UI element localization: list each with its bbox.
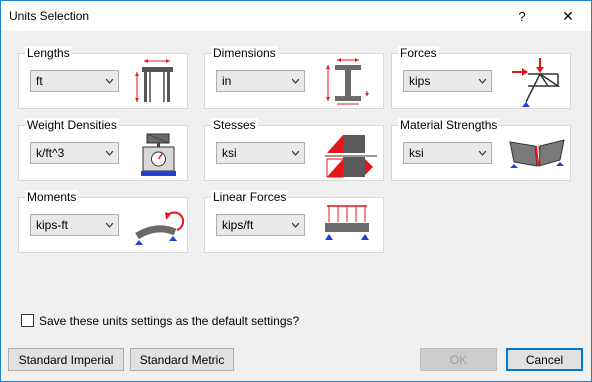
moments-select-value: kips-ft [36, 218, 69, 232]
stresses-select-value: ksi [222, 146, 237, 160]
linear-forces-label: Linear Forces [211, 190, 289, 204]
chevron-down-icon [479, 79, 486, 84]
weight-densities-group: Weight Densities k/ft^3 [18, 118, 188, 181]
units-selection-dialog: Units Selection ? ✕ Lengths ft Dimension… [0, 0, 592, 382]
material-strengths-select[interactable]: ksi [403, 142, 492, 164]
standard-metric-button[interactable]: Standard Metric [130, 348, 234, 371]
weight-densities-select-value: k/ft^3 [36, 146, 65, 160]
dialog-title: Units Selection [9, 9, 90, 23]
moments-label: Moments [25, 190, 79, 204]
chevron-down-icon [292, 151, 299, 156]
chevron-down-icon [106, 151, 113, 156]
stress-diagram-icon [325, 135, 377, 178]
material-strengths-label: Material Strengths [398, 118, 500, 132]
lengths-select[interactable]: ft [30, 70, 119, 92]
lengths-label: Lengths [25, 46, 72, 60]
dimensions-select-value: in [222, 74, 232, 88]
dimensions-group: Dimensions in [204, 46, 384, 109]
moments-group: Moments kips-ft [18, 190, 188, 253]
material-strengths-group: Material Strengths ksi [391, 118, 571, 181]
weight-densities-label: Weight Densities [25, 118, 119, 132]
ok-button[interactable]: OK [420, 348, 497, 371]
chevron-down-icon [292, 79, 299, 84]
linear-forces-select[interactable]: kips/ft [216, 214, 305, 236]
chevron-down-icon [292, 223, 299, 228]
save-default-checkbox[interactable] [21, 314, 34, 327]
standard-imperial-button[interactable]: Standard Imperial [8, 348, 124, 371]
truss-load-icon [512, 58, 561, 107]
chevron-down-icon [106, 223, 113, 228]
linear-forces-select-value: kips/ft [222, 218, 254, 232]
dimensions-select[interactable]: in [216, 70, 305, 92]
forces-select[interactable]: kips [403, 70, 492, 92]
title-bar: Units Selection ? ✕ [1, 1, 591, 31]
dimensions-label: Dimensions [211, 46, 278, 60]
frame-span-icon [135, 59, 173, 102]
chevron-down-icon [106, 79, 113, 84]
lengths-select-value: ft [36, 74, 43, 88]
material-strengths-select-value: ksi [409, 146, 424, 160]
weight-densities-select[interactable]: k/ft^3 [30, 142, 119, 164]
save-default-label: Save these units settings as the default… [39, 314, 300, 328]
bending-moment-icon [135, 211, 185, 245]
distributed-load-icon [325, 205, 369, 240]
stresses-group: Stesses ksi [204, 118, 384, 181]
chevron-down-icon [479, 151, 486, 156]
fractured-beam-icon [509, 139, 565, 168]
forces-group: Forces kips [391, 46, 571, 109]
cancel-button[interactable]: Cancel [506, 348, 583, 371]
linear-forces-group: Linear Forces kips/ft [204, 190, 384, 253]
i-beam-section-icon [326, 58, 369, 105]
moments-select[interactable]: kips-ft [30, 214, 119, 236]
forces-select-value: kips [409, 74, 431, 88]
help-button[interactable]: ? [499, 1, 545, 31]
lengths-group: Lengths ft [18, 46, 188, 109]
close-button[interactable]: ✕ [545, 1, 591, 31]
stresses-label: Stesses [211, 118, 258, 132]
stresses-select[interactable]: ksi [216, 142, 305, 164]
button-bar: Standard Imperial Standard Metric OK Can… [1, 341, 591, 381]
scale-weight-icon [141, 133, 176, 176]
forces-label: Forces [398, 46, 439, 60]
